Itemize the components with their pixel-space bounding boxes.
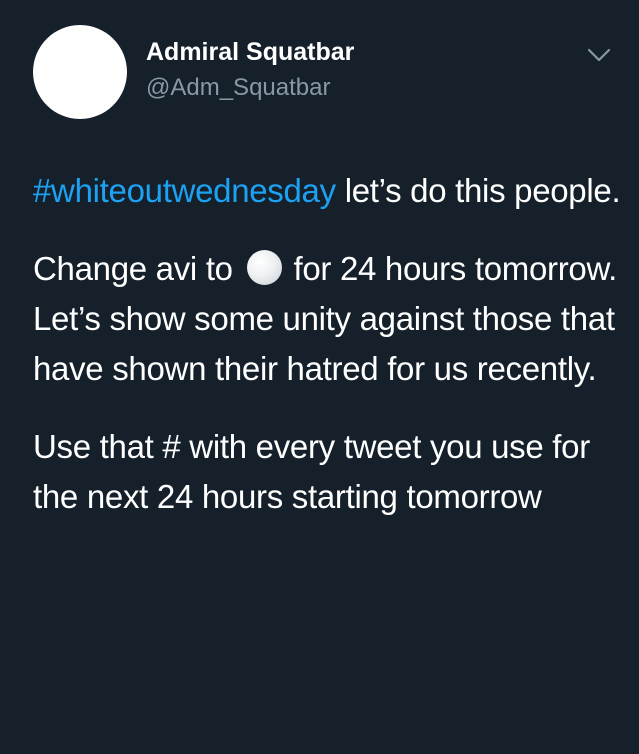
author-handle[interactable]: @Adm_Squatbar [146, 74, 330, 102]
tweet-menu-button[interactable] [584, 40, 614, 70]
tweet-text-segment: Change avi to [33, 250, 242, 287]
tweet-paragraph: #whiteoutwednesday let’s do this people. [33, 166, 623, 216]
tweet-paragraph: Change avi to for 24 hours tomorrow. Let… [33, 244, 623, 394]
tweet-text-segment: let’s do this people. [335, 172, 621, 209]
tweet-text: #whiteoutwednesday let’s do this people.… [33, 166, 623, 550]
author-display-name[interactable]: Admiral Squatbar [146, 38, 354, 67]
chevron-down-icon [587, 48, 611, 62]
tweet-paragraph: Use that # with every tweet you use for … [33, 428, 590, 515]
avatar[interactable] [33, 25, 127, 119]
white-circle-emoji-icon [246, 250, 282, 285]
hashtag-link[interactable]: #whiteoutwednesday [33, 172, 336, 209]
